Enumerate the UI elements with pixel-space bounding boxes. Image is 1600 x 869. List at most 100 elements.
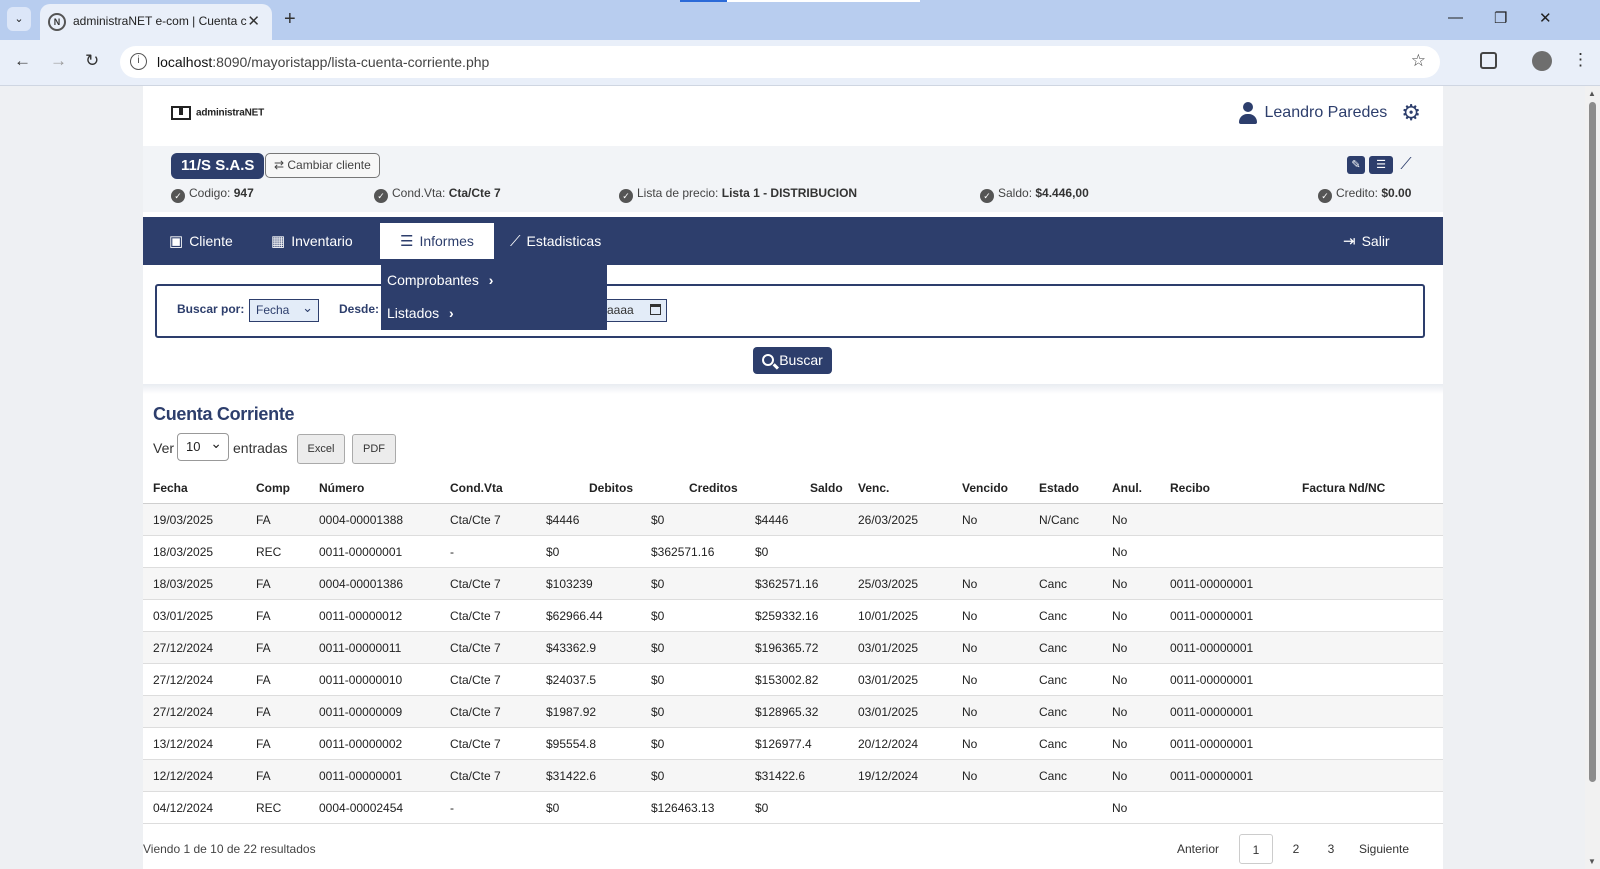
column-header-saldo[interactable]: Saldo: [810, 481, 843, 495]
reload-icon[interactable]: ↻: [85, 51, 99, 71]
client-name-badge: 11/S S.A.S: [171, 153, 265, 179]
pdf-button[interactable]: PDF: [352, 434, 396, 464]
column-header-numero[interactable]: Número: [319, 481, 364, 495]
pagination-anterior[interactable]: Anterior: [1163, 834, 1233, 864]
column-header-fecha[interactable]: Fecha: [153, 481, 188, 495]
nav-cliente[interactable]: ▣ Cliente: [159, 223, 243, 259]
results-info: Viendo 1 de 10 de 22 resultados: [143, 842, 316, 856]
cell-condvta: Cta/Cte 7: [450, 737, 501, 751]
cell-fecha: 27/12/2024: [153, 705, 214, 719]
minimize-icon[interactable]: —: [1448, 9, 1463, 26]
cell-comp: REC: [256, 545, 282, 559]
cell-fecha: 03/01/2025: [153, 609, 214, 623]
nav-informes[interactable]: ☰ Informes: [380, 223, 494, 259]
menu-item-comprobantes[interactable]: Comprobantes ›: [381, 265, 607, 295]
buscar-por-select[interactable]: Fecha: [249, 297, 319, 322]
cell-anul: No: [1112, 513, 1128, 527]
column-header-venc[interactable]: Venc.: [858, 481, 889, 495]
desde-date-input[interactable]: aaaa: [605, 299, 667, 322]
browser-tab[interactable]: N administraNET e-com | Cuenta c ✕: [40, 4, 272, 40]
table-row: 13/12/2024 FA 0011-00000002 Cta/Cte 7 $95554…: [143, 728, 1443, 760]
extensions-icon[interactable]: [1480, 52, 1497, 69]
nav-inventario[interactable]: ▦ Inventario: [261, 223, 363, 259]
cell-debitos: $95554.8: [546, 737, 597, 751]
user-menu[interactable]: Leandro Paredes ⚙: [1238, 100, 1421, 126]
column-header-creditos[interactable]: Creditos: [689, 481, 738, 495]
site-info-icon[interactable]: i: [130, 53, 147, 70]
cell-debitos: $24037.5: [546, 673, 597, 687]
column-header-factura[interactable]: Factura Nd/NC: [1302, 481, 1385, 495]
cell-condvta: Cta/Cte 7: [450, 609, 501, 623]
browser-menu-icon[interactable]: ⋮: [1572, 50, 1589, 70]
cell-saldo: $4446: [755, 513, 789, 527]
nav-salir[interactable]: ⇥ Salir: [1333, 223, 1400, 259]
cell-anul: No: [1112, 737, 1128, 751]
search-button[interactable]: Buscar: [753, 347, 832, 374]
cell-anul: No: [1112, 673, 1128, 687]
cell-recibo: 0011-00000001: [1170, 737, 1254, 751]
cell-estado: Canc: [1039, 577, 1068, 591]
column-header-estado[interactable]: Estado: [1039, 481, 1079, 495]
bookmark-star-icon[interactable]: ☆: [1411, 51, 1426, 71]
cell-anul: No: [1112, 769, 1128, 783]
address-bar[interactable]: i localhost:8090/mayoristapp/lista-cuent…: [120, 46, 1440, 78]
chevron-right-icon: ›: [488, 272, 494, 288]
table-row: 18/03/2025 REC 0011-00000001 - $0 $362571.16 $…: [143, 536, 1443, 568]
back-icon[interactable]: ←: [14, 51, 31, 71]
cell-estado: Canc: [1039, 609, 1068, 623]
cell-creditos: $362571.16: [651, 545, 715, 559]
loading-indicator: [680, 0, 920, 2]
menu-item-listados[interactable]: Listados ›: [381, 298, 607, 328]
cell-debitos: $43362.9: [546, 641, 597, 655]
cell-numero: 0011-00000001: [319, 769, 403, 783]
column-header-recibo[interactable]: Recibo: [1170, 481, 1210, 495]
cell-saldo: $128965.32: [755, 705, 819, 719]
change-client-button[interactable]: ⇄ Cambiar cliente: [265, 153, 380, 178]
cell-anul: No: [1112, 641, 1128, 655]
edit-icon[interactable]: ✎: [1347, 156, 1365, 174]
page-title: Cuenta Corriente: [153, 404, 295, 424]
cell-fecha: 27/12/2024: [153, 641, 214, 655]
chart-line-icon[interactable]: ⟋: [1397, 156, 1415, 174]
column-header-debitos[interactable]: Debitos: [589, 481, 633, 495]
scroll-down-icon[interactable]: ▼: [1588, 857, 1596, 866]
tab-search-icon[interactable]: ⌄: [7, 7, 31, 31]
scrollbar-thumb[interactable]: [1589, 102, 1596, 782]
cell-anul: No: [1112, 705, 1128, 719]
window-close-icon[interactable]: ✕: [1539, 9, 1552, 27]
nav-estadisticas[interactable]: ⟋ Estadisticas: [500, 223, 611, 259]
cell-numero: 0011-00000001: [319, 545, 403, 559]
cell-venc: 03/01/2025: [858, 673, 919, 687]
column-header-vencido[interactable]: Vencido: [962, 481, 1008, 495]
logo[interactable]: administraNET: [171, 106, 264, 120]
page-scrollbar[interactable]: ▲ ▼: [1585, 86, 1600, 869]
calendar-icon[interactable]: [650, 304, 661, 315]
column-header-comp[interactable]: Comp: [256, 481, 290, 495]
restore-icon[interactable]: ❐: [1494, 9, 1507, 27]
cell-vencido: No: [962, 737, 978, 751]
column-header-anul[interactable]: Anul.: [1112, 481, 1142, 495]
id-card-icon[interactable]: ☰: [1369, 156, 1393, 174]
cell-fecha: 13/12/2024: [153, 737, 214, 751]
entries-select[interactable]: 10: [177, 430, 229, 461]
cell-fecha: 27/12/2024: [153, 673, 214, 687]
tab-close-icon[interactable]: ✕: [247, 12, 260, 30]
client-actions: ✎ ☰ ⟋: [1347, 156, 1415, 174]
scroll-up-icon[interactable]: ▲: [1588, 89, 1596, 98]
cell-saldo: $126977.4: [755, 737, 812, 751]
chart-line-icon: ⟋: [510, 233, 521, 250]
excel-button[interactable]: Excel: [297, 434, 345, 464]
section-divider: [143, 384, 1443, 394]
new-tab-icon[interactable]: +: [284, 7, 296, 31]
column-header-condvta[interactable]: Cond.Vta: [450, 481, 503, 495]
pagination-page-3[interactable]: 3: [1314, 834, 1348, 864]
pagination-siguiente[interactable]: Siguiente: [1348, 834, 1420, 864]
logo-mark-icon: [171, 106, 191, 120]
cell-condvta: Cta/Cte 7: [450, 641, 501, 655]
pagination-page-1[interactable]: 1: [1239, 834, 1273, 864]
profile-avatar[interactable]: [1532, 51, 1552, 71]
forward-icon[interactable]: →: [50, 51, 67, 71]
pagination-page-2[interactable]: 2: [1279, 834, 1313, 864]
cell-recibo: 0011-00000001: [1170, 641, 1254, 655]
gear-icon[interactable]: ⚙: [1401, 100, 1421, 126]
